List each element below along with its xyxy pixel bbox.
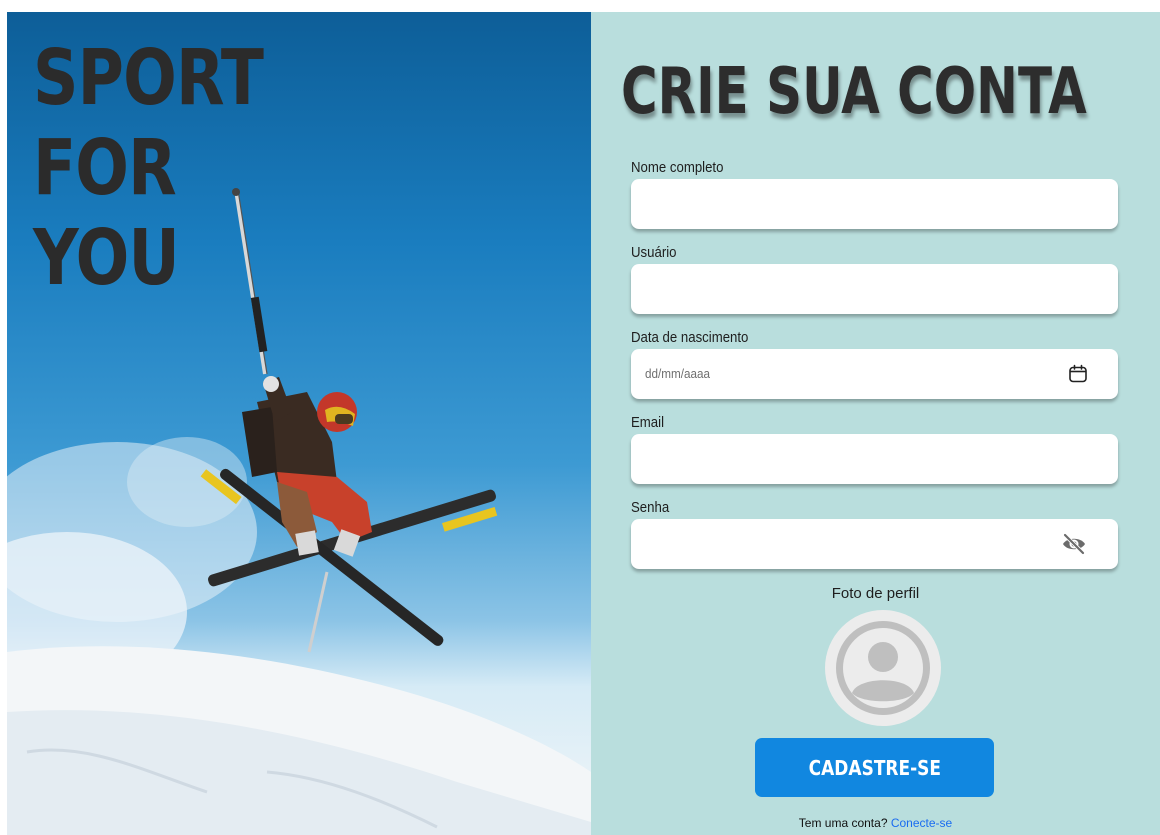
hero-title-line: FOR — [33, 124, 177, 213]
signin-prompt-text: Tem uma conta? — [798, 816, 888, 830]
hero-title-line: SPORT — [33, 34, 264, 123]
hero-image: SPORT FOR YOU — [7, 12, 591, 835]
profile-photo-picker[interactable] — [825, 610, 941, 726]
signup-button[interactable]: CADASTRE-SE — [755, 738, 994, 797]
password-input[interactable] — [631, 519, 1118, 569]
eye-slash-icon[interactable] — [1061, 532, 1087, 556]
username-input[interactable] — [631, 264, 1118, 314]
user-avatar-icon — [836, 621, 930, 715]
page-title: CRIE SUA CONTA — [621, 55, 1087, 129]
birthdate-input[interactable]: dd/mm/aaaa — [631, 349, 1118, 399]
hero-title: SPORT FOR YOU — [33, 34, 264, 304]
email-label: Email — [631, 414, 665, 431]
calendar-icon[interactable] — [1067, 363, 1089, 385]
profile-photo-label: Foto de perfil — [831, 585, 920, 602]
email-input[interactable] — [631, 434, 1118, 484]
signup-panel: CRIE SUA CONTA Nome completo Usuário Dat… — [591, 12, 1160, 835]
birthdate-label: Data de nascimento — [631, 329, 749, 346]
birthdate-placeholder: dd/mm/aaaa — [645, 366, 711, 381]
signin-link[interactable]: Conecte-se — [891, 816, 952, 830]
full-name-label: Nome completo — [631, 159, 724, 176]
signup-button-label: CADASTRE-SE — [808, 755, 941, 780]
username-label: Usuário — [631, 244, 677, 261]
signin-prompt: Tem uma conta? Conecte-se — [591, 816, 1160, 830]
hero-title-line: YOU — [33, 214, 180, 303]
password-label: Senha — [631, 499, 670, 516]
full-name-input[interactable] — [631, 179, 1118, 229]
